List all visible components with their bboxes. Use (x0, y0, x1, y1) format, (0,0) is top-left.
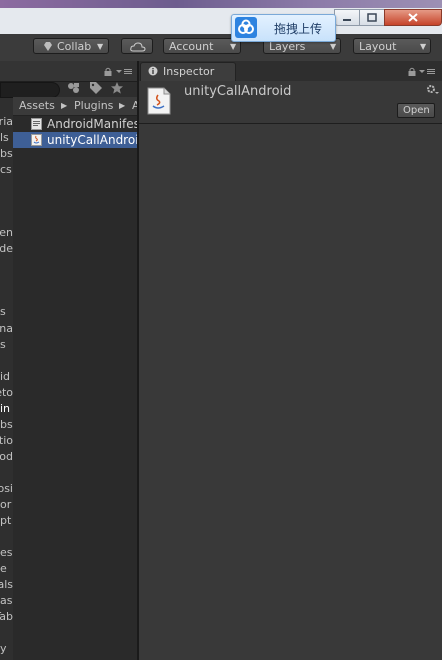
file-name: unityCallAndroid (47, 133, 137, 147)
breadcrumb-item[interactable]: Plugins (74, 99, 113, 112)
upload-badge-label: 拖拽上传 (274, 22, 323, 36)
hierarchy-item[interactable]: od (0, 450, 13, 463)
breadcrumb-item[interactable]: Assets (19, 99, 55, 112)
account-label: Account (169, 40, 214, 53)
list-item[interactable]: AndroidManifest (13, 116, 137, 132)
open-button[interactable]: Open (397, 103, 435, 118)
chevron-down-icon: ▼ (97, 42, 104, 51)
hierarchy-item[interactable]: de (0, 242, 13, 255)
lock-icon[interactable] (408, 67, 416, 76)
hierarchy-item[interactable]: tio (0, 434, 13, 447)
hierarchy-item[interactable]: ria (0, 115, 13, 128)
hierarchy-item[interactable]: ls (0, 131, 13, 144)
tab-inspector[interactable]: Inspector (140, 62, 236, 81)
cloud-button[interactable] (121, 38, 153, 54)
hierarchy-item[interactable]: in (0, 402, 13, 415)
project-file-list: AndroidManifest unityCallAndroid (13, 116, 137, 660)
layout-dropdown[interactable]: Layout ▼ (353, 38, 431, 54)
chevron-right-icon: ▶ (119, 101, 126, 110)
hierarchy-item[interactable]: Tab (0, 610, 13, 623)
hierarchy-item[interactable]: en (0, 226, 13, 239)
hierarchy-item[interactable]: osi (0, 482, 13, 495)
hierarchy-item[interactable]: bs (0, 418, 13, 431)
cloud-icon (130, 42, 146, 52)
filter-by-type-icon[interactable] (66, 81, 82, 95)
main-toolbar: Collab ▼ Account ▼ Layers ▼ Layout ▼ (0, 34, 442, 61)
hierarchy-item[interactable]: bs (0, 147, 13, 160)
list-item-selected[interactable]: unityCallAndroid (13, 132, 137, 148)
java-file-icon (31, 134, 42, 146)
hierarchy-item[interactable]: na (0, 322, 13, 335)
close-icon (408, 13, 418, 22)
window-controls (334, 9, 442, 26)
hierarchy-item[interactable]: or (0, 498, 13, 511)
open-button-label: Open (403, 105, 430, 116)
window-title-strip (0, 0, 442, 34)
hierarchy-item[interactable]: cs (0, 163, 13, 176)
project-panel-header (0, 61, 137, 82)
hierarchy-item[interactable]: eto (0, 386, 13, 399)
xml-file-icon (31, 118, 42, 130)
close-button[interactable] (384, 9, 442, 26)
collab-button[interactable]: Collab ▼ (33, 38, 109, 54)
inspector-content (139, 124, 442, 660)
hierarchy-item[interactable]: s (0, 305, 13, 318)
hierarchy-item[interactable]: id (0, 370, 13, 383)
hierarchy-item[interactable]: as (0, 594, 13, 607)
hierarchy-item[interactable]: s (0, 338, 13, 351)
upload-drop-badge[interactable]: 拖拽上传 (231, 14, 336, 42)
tab-label: Inspector (163, 65, 215, 78)
filter-by-label-icon[interactable] (89, 81, 103, 95)
java-file-icon (147, 87, 171, 115)
info-icon (148, 66, 158, 76)
minimize-button[interactable] (334, 9, 360, 26)
maximize-button[interactable] (359, 9, 385, 26)
panel-menu-icon[interactable] (419, 68, 437, 76)
hierarchy-item[interactable]: e (0, 562, 13, 575)
project-search-input[interactable] (0, 82, 60, 98)
hierarchy-panel: ria ls bs cs en de s na s id eto in bs t… (0, 61, 13, 660)
favorite-star-icon[interactable] (110, 81, 124, 95)
collab-label: Collab (57, 40, 92, 53)
breadcrumb: Assets ▶ Plugins ▶ A (13, 97, 137, 116)
account-dropdown[interactable]: Account ▼ (163, 38, 241, 54)
asset-title: unityCallAndroid (184, 84, 292, 99)
lock-icon[interactable] (104, 67, 112, 76)
hierarchy-item[interactable]: es (0, 546, 13, 559)
panel-menu-icon[interactable] (116, 68, 134, 76)
chevron-right-icon: ▶ (61, 101, 68, 110)
file-name: AndroidManifest (47, 117, 137, 131)
baidu-cloud-icon (235, 17, 257, 38)
chevron-down-icon: ▼ (420, 42, 427, 51)
desktop-background-strip (0, 0, 442, 8)
gear-icon[interactable] (426, 84, 440, 96)
hierarchy-item[interactable]: als (0, 578, 13, 591)
hierarchy-item[interactable]: pt (0, 514, 13, 527)
layout-label: Layout (359, 40, 397, 53)
hierarchy-item[interactable]: y (0, 642, 13, 655)
diamond-icon (44, 42, 52, 51)
